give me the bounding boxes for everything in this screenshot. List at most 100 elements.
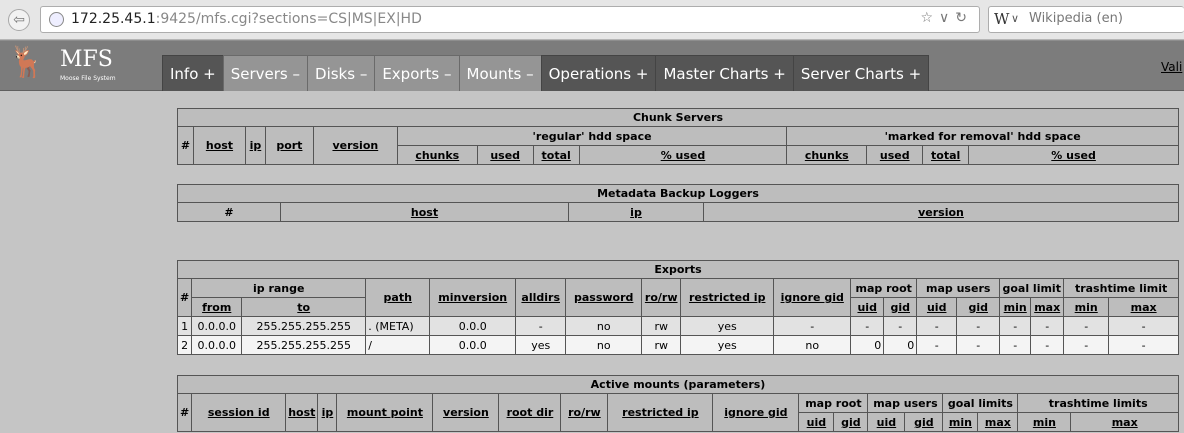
col-ip[interactable]: ip	[568, 202, 704, 222]
col-goal-min[interactable]: min	[999, 297, 1032, 317]
col-version[interactable]: version	[432, 393, 500, 432]
menu-info[interactable]: Info +	[162, 55, 223, 92]
col-alldirs[interactable]: alldirs	[515, 278, 567, 317]
cell-root-uid: 0	[850, 335, 885, 355]
col-ip[interactable]: ip	[317, 393, 338, 432]
col-map-root: map root	[850, 278, 918, 298]
menu-mounts[interactable]: Mounts –	[458, 55, 541, 92]
col-ignore-gid[interactable]: ignore gid	[773, 278, 852, 317]
col-version[interactable]: version	[703, 202, 1179, 222]
col-used[interactable]: used	[476, 145, 534, 165]
col-restricted-ip[interactable]: restricted ip	[680, 278, 775, 317]
url-host: 172.25.45.1	[71, 11, 156, 27]
menu-master-charts[interactable]: Master Charts +	[655, 55, 793, 92]
col-path[interactable]: path	[365, 278, 431, 317]
col-chunks-removal[interactable]: chunks	[786, 145, 868, 165]
col-host[interactable]: host	[192, 126, 246, 165]
cell-rorw: rw	[641, 335, 682, 355]
cell-restricted-ip: yes	[680, 335, 775, 355]
col-session-id[interactable]: session id	[191, 393, 287, 432]
col-trash-min[interactable]: min	[1017, 412, 1072, 432]
cell-restricted-ip: yes	[680, 316, 775, 336]
col-chunks[interactable]: chunks	[396, 145, 478, 165]
col-num: #	[176, 278, 193, 317]
cell-alldirs: -	[515, 316, 567, 336]
menu-operations[interactable]: Operations +	[540, 55, 656, 92]
col-goal-limits: goal limits	[942, 393, 1019, 413]
menu-servers[interactable]: Servers –	[222, 55, 308, 92]
back-arrow-icon[interactable]: ⇦	[8, 9, 30, 31]
url-text[interactable]: 172.25.45.1:9425/mfs.cgi?sections=CS|MS|…	[71, 11, 422, 27]
main-menu: Info + Servers – Disks – Exports – Mount…	[162, 55, 930, 92]
cell-goal-min: -	[999, 335, 1032, 355]
wikipedia-icon[interactable]: W	[994, 10, 1009, 28]
table-title: Exports	[177, 260, 1179, 279]
search-engine-dropdown-icon[interactable]: ∨	[1011, 12, 1019, 25]
col-goal-min[interactable]: min	[942, 412, 979, 432]
cell-minversion: 0.0.0	[429, 335, 517, 355]
col-mount-point[interactable]: mount point	[336, 393, 434, 432]
metaloggers-table: Metadata Backup Loggers # host ip versio…	[177, 184, 1179, 222]
col-users-uid[interactable]: uid	[916, 297, 958, 317]
menu-server-charts[interactable]: Server Charts +	[792, 55, 930, 92]
cell-path: /	[365, 335, 431, 355]
col-goal-max[interactable]: max	[1030, 297, 1065, 317]
validator-link[interactable]: Vali	[1161, 60, 1182, 74]
col-host[interactable]: host	[280, 202, 569, 222]
col-from[interactable]: from	[191, 297, 243, 317]
col-trash-min[interactable]: min	[1063, 297, 1110, 317]
col-ip[interactable]: ip	[244, 126, 266, 165]
col-rorw[interactable]: ro/rw	[641, 278, 682, 317]
bookmark-star-icon[interactable]: ☆	[920, 10, 939, 26]
browser-toolbar: ⇦ 172.25.45.1:9425/mfs.cgi?sections=CS|M…	[0, 0, 1184, 40]
menu-exports[interactable]: Exports –	[374, 55, 459, 92]
col-root-gid[interactable]: gid	[883, 297, 918, 317]
col-goal-max[interactable]: max	[977, 412, 1019, 432]
cell-root-gid: 0	[883, 335, 918, 355]
cell-rorw: rw	[641, 316, 682, 336]
col-root-uid[interactable]: uid	[798, 412, 835, 432]
main-content: Chunk Servers # host ip port version 're…	[0, 91, 1184, 433]
col-users-gid[interactable]: gid	[904, 412, 944, 432]
col-map-users: map users	[867, 393, 944, 413]
cell-to: 255.255.255.255	[241, 335, 367, 355]
cell-goal-max: -	[1030, 316, 1065, 336]
search-placeholder: Wikipedia (en)	[1029, 11, 1123, 26]
cell-from: 0.0.0.0	[191, 316, 243, 336]
cell-goal-max: -	[1030, 335, 1065, 355]
col-total-removal[interactable]: total	[922, 145, 970, 165]
col-users-uid[interactable]: uid	[867, 412, 906, 432]
col-trash-max[interactable]: max	[1108, 297, 1179, 317]
col-root-uid[interactable]: uid	[850, 297, 885, 317]
url-bar[interactable]: 172.25.45.1:9425/mfs.cgi?sections=CS|MS|…	[40, 6, 980, 33]
col-rorw[interactable]: ro/rw	[560, 393, 609, 432]
col-password[interactable]: password	[565, 278, 643, 317]
col-pct-used-removal[interactable]: % used	[968, 145, 1179, 165]
col-total[interactable]: total	[532, 145, 580, 165]
cell-minversion: 0.0.0	[429, 316, 517, 336]
cell-alldirs: yes	[515, 335, 567, 355]
col-restricted-ip[interactable]: restricted ip	[607, 393, 714, 432]
table-row: 1 0.0.0.0 255.255.255.255 . (META) 0.0.0…	[176, 316, 1179, 336]
col-root-gid[interactable]: gid	[833, 412, 869, 432]
search-bar[interactable]: W ∨ Wikipedia (en)	[988, 6, 1184, 33]
col-trashtime-limit: trashtime limit	[1063, 278, 1179, 298]
col-root-dir[interactable]: root dir	[498, 393, 562, 432]
col-users-gid[interactable]: gid	[956, 297, 1001, 317]
col-used-removal[interactable]: used	[866, 145, 924, 165]
col-port[interactable]: port	[264, 126, 314, 165]
cell-users-gid: -	[956, 335, 1001, 355]
table-row: 2 0.0.0.0 255.255.255.255 / 0.0.0 yes no…	[176, 335, 1179, 355]
col-version[interactable]: version	[312, 126, 398, 165]
menu-disks[interactable]: Disks –	[307, 55, 375, 92]
col-trash-max[interactable]: max	[1070, 412, 1179, 432]
col-pct-used[interactable]: % used	[578, 145, 788, 165]
dropdown-arrow-icon[interactable]: ∨	[939, 10, 955, 26]
col-num: #	[177, 202, 281, 222]
col-ignore-gid[interactable]: ignore gid	[712, 393, 800, 432]
col-to[interactable]: to	[241, 297, 367, 317]
reload-icon[interactable]: ↻	[955, 10, 973, 26]
mfs-logo[interactable]: 🦌 MFS Moose File System	[8, 43, 116, 87]
col-minversion[interactable]: minversion	[429, 278, 517, 317]
col-host[interactable]: host	[285, 393, 319, 432]
